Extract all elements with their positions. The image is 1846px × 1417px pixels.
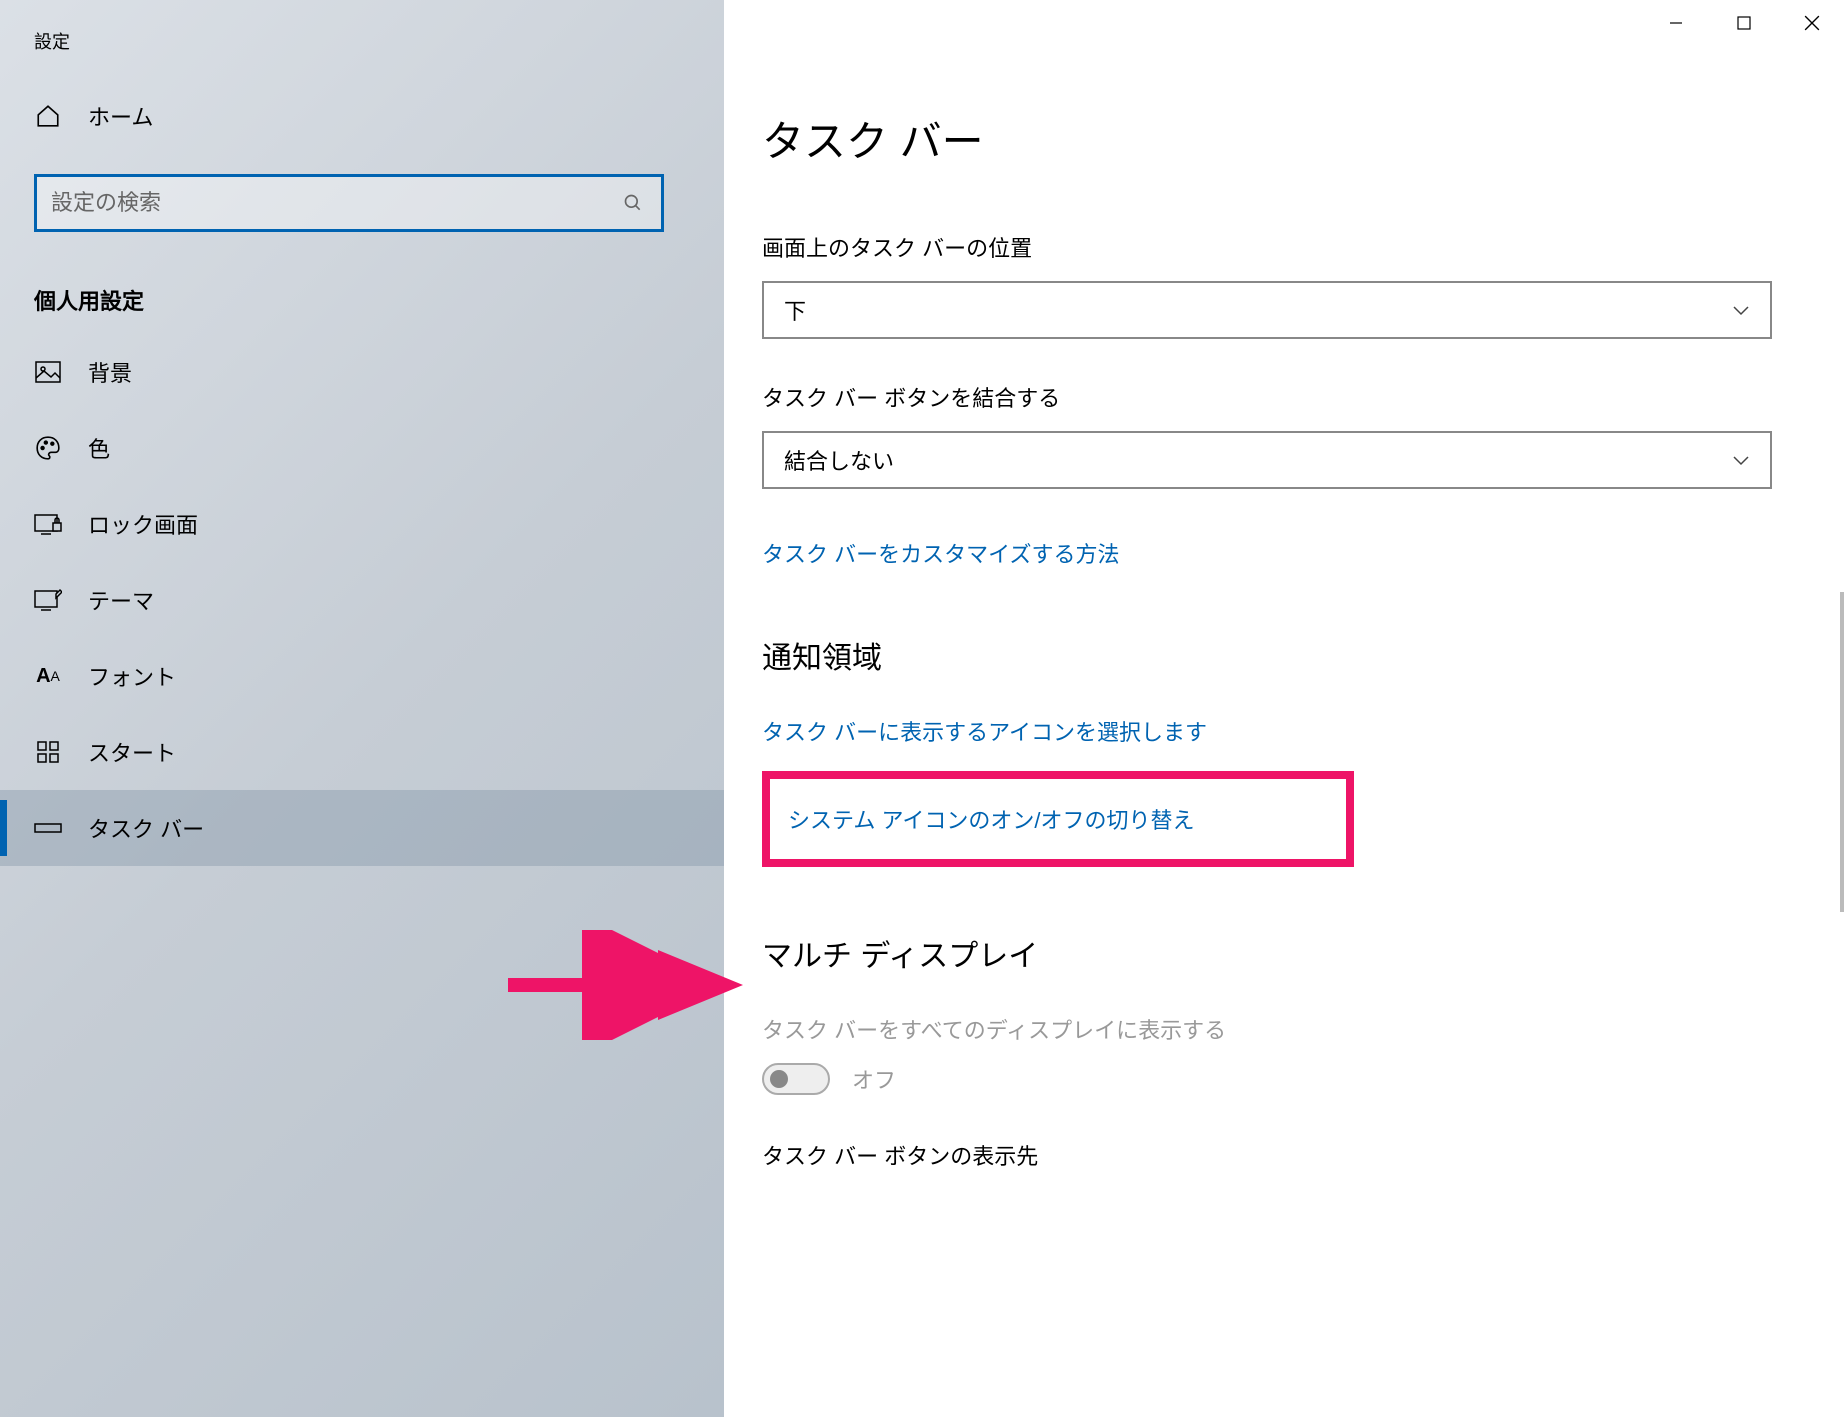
- image-icon: [34, 358, 62, 386]
- sidebar-item-label: フォント: [88, 660, 176, 692]
- sidebar-item-colors[interactable]: 色: [0, 410, 724, 486]
- font-icon: AA: [34, 662, 62, 690]
- taskbar-position-dropdown[interactable]: 下: [762, 281, 1772, 339]
- sidebar-item-label: 色: [88, 432, 110, 464]
- theme-icon: [34, 586, 62, 614]
- sidebar-item-label: スタート: [88, 736, 176, 768]
- sidebar-item-label: 背景: [88, 356, 132, 388]
- toggle-state-label: オフ: [852, 1063, 896, 1095]
- button-display-label: タスク バー ボタンの表示先: [762, 1139, 1808, 1171]
- sidebar-item-taskbar[interactable]: タスク バー: [0, 790, 724, 866]
- palette-icon: [34, 434, 62, 462]
- chevron-down-icon: [1732, 454, 1750, 466]
- system-icons-toggle-link[interactable]: システム アイコンのオン/オフの切り替え: [788, 808, 1194, 833]
- close-button[interactable]: [1778, 0, 1846, 46]
- search-icon: [619, 189, 647, 217]
- sidebar-item-lockscreen[interactable]: ロック画面: [0, 486, 724, 562]
- multi-display-heading: マルチ ディスプレイ: [762, 931, 1808, 975]
- taskbar-position-label: 画面上のタスク バーの位置: [762, 231, 1808, 263]
- home-nav[interactable]: ホーム: [0, 82, 724, 150]
- minimize-button[interactable]: [1642, 0, 1710, 46]
- notification-area-heading: 通知領域: [762, 633, 1808, 677]
- highlight-annotation: システム アイコンのオン/オフの切り替え: [762, 771, 1354, 867]
- multi-display-label: タスク バーをすべてのディスプレイに表示する: [762, 1013, 1808, 1045]
- sidebar-item-label: テーマ: [88, 584, 154, 616]
- window-title: 設定: [0, 20, 724, 82]
- sidebar-item-themes[interactable]: テーマ: [0, 562, 724, 638]
- sidebar: 設定 ホーム 個人用設定 背景: [0, 0, 724, 1417]
- maximize-button[interactable]: [1710, 0, 1778, 46]
- search-input[interactable]: [51, 190, 619, 216]
- window-controls: [1642, 0, 1846, 46]
- sidebar-item-label: ロック画面: [88, 508, 198, 540]
- multi-display-toggle[interactable]: [762, 1063, 830, 1095]
- dropdown-value: 結合しない: [784, 444, 894, 476]
- combine-buttons-label: タスク バー ボタンを結合する: [762, 381, 1808, 413]
- home-label: ホーム: [88, 100, 153, 132]
- start-icon: [34, 738, 62, 766]
- dropdown-value: 下: [784, 294, 806, 326]
- combine-buttons-dropdown[interactable]: 結合しない: [762, 431, 1772, 489]
- sidebar-item-fonts[interactable]: AA フォント: [0, 638, 724, 714]
- home-icon: [34, 102, 62, 130]
- main-content: タスク バー 画面上のタスク バーの位置 下 タスク バー ボタンを結合する 結…: [724, 0, 1846, 1417]
- sidebar-item-start[interactable]: スタート: [0, 714, 724, 790]
- taskbar-icon: [34, 814, 62, 842]
- chevron-down-icon: [1732, 304, 1750, 316]
- customize-taskbar-link[interactable]: タスク バーをカスタマイズする方法: [762, 537, 1119, 569]
- sidebar-item-background[interactable]: 背景: [0, 334, 724, 410]
- sidebar-item-label: タスク バー: [88, 812, 204, 844]
- search-box[interactable]: [34, 174, 664, 232]
- select-icons-link[interactable]: タスク バーに表示するアイコンを選択します: [762, 715, 1808, 747]
- lock-screen-icon: [34, 510, 62, 538]
- scrollbar[interactable]: [1840, 592, 1844, 912]
- sidebar-section-heading: 個人用設定: [0, 250, 724, 334]
